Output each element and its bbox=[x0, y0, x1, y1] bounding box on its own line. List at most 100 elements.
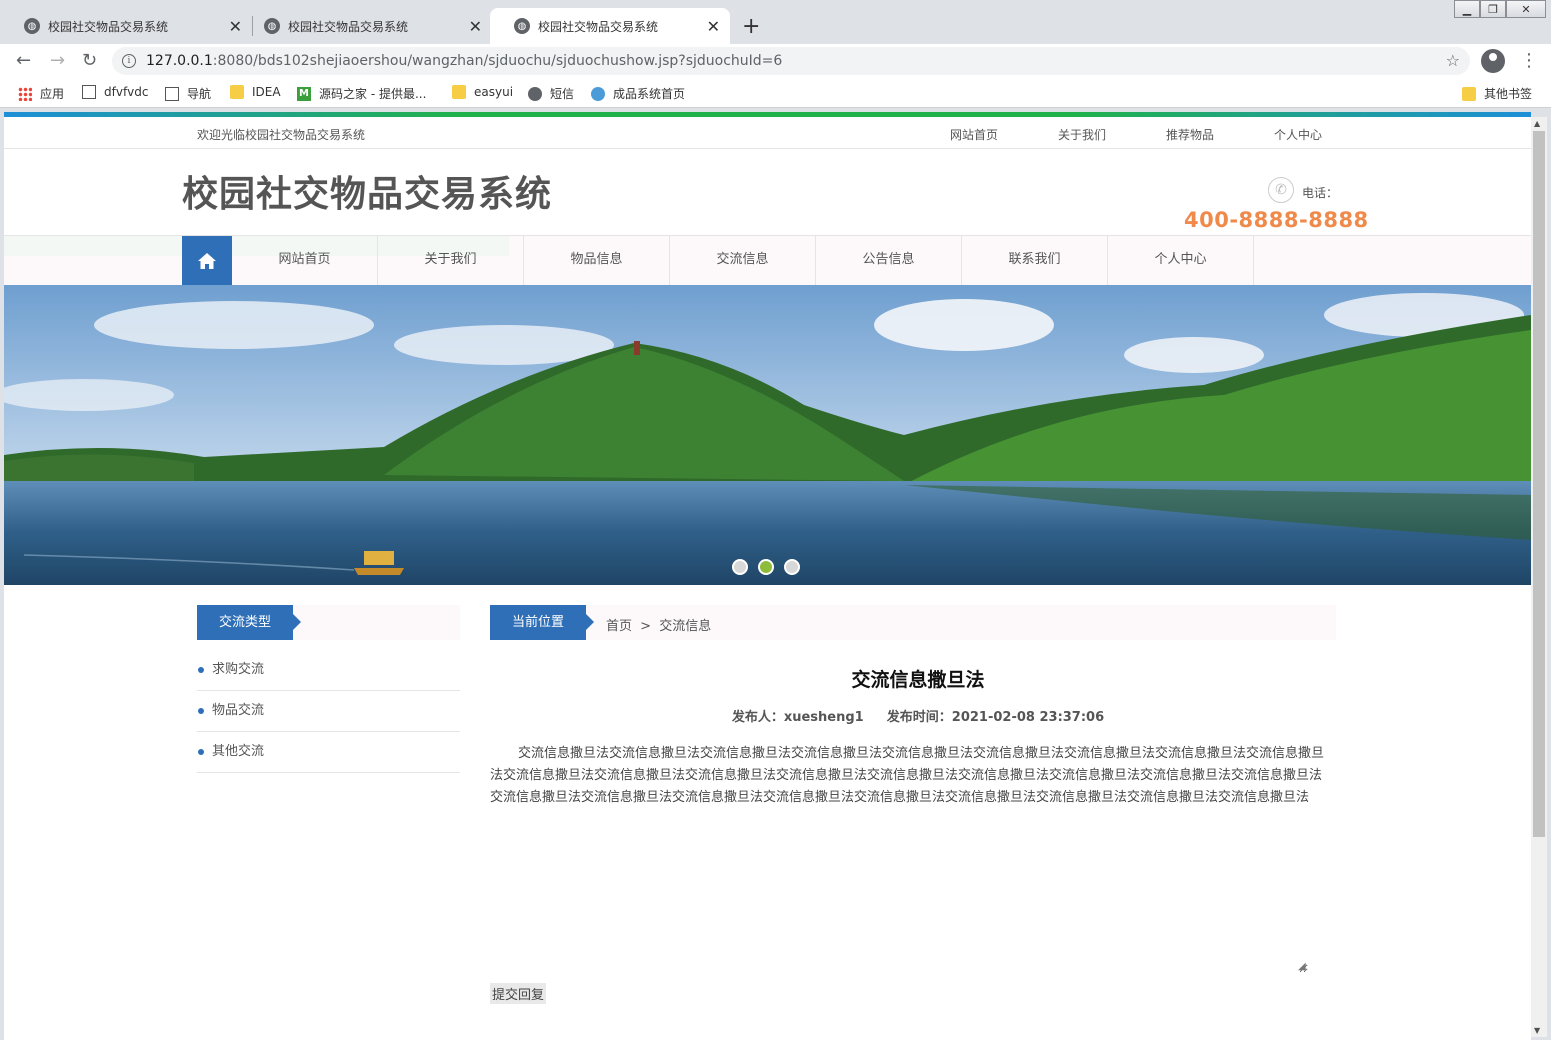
bookmark-idea[interactable]: IDEA bbox=[230, 85, 281, 99]
bookmark-label: 导航 bbox=[187, 87, 212, 101]
tab-title: 校园社交物品交易系统 bbox=[288, 19, 409, 34]
bookmark-label: IDEA bbox=[252, 85, 281, 99]
bookmark-label: dfvfvdc bbox=[104, 85, 149, 99]
nav-home[interactable]: 网站首页 bbox=[232, 236, 378, 286]
top-link-recommended[interactable]: 推荐物品 bbox=[1166, 126, 1274, 143]
top-link-home[interactable]: 网站首页 bbox=[950, 126, 1058, 143]
slide-indicators bbox=[732, 559, 800, 575]
folder-icon bbox=[1462, 86, 1476, 101]
bookmark-label: 成品系统首页 bbox=[613, 87, 686, 101]
restore-icon[interactable]: ❐ bbox=[1480, 0, 1506, 18]
breadcrumb-current[interactable]: 交流信息 bbox=[659, 619, 711, 634]
window-close-icon[interactable]: ✕ bbox=[1506, 0, 1546, 18]
breadcrumb: 首页 > 交流信息 bbox=[606, 615, 711, 634]
tab-strip: ◍ 校园社交物品交易系统 ✕ ◍ 校园社交物品交易系统 ✕ ◍ 校园社交物品交易… bbox=[0, 0, 1551, 44]
apps-grid-icon bbox=[18, 86, 32, 101]
reload-icon[interactable]: ↻ bbox=[82, 50, 97, 71]
bookmark-label: 其他书签 bbox=[1484, 87, 1533, 101]
submit-reply-button[interactable]: 提交回复 bbox=[490, 983, 547, 1004]
folder-icon bbox=[230, 85, 244, 99]
bookmark-apps[interactable]: 应用 bbox=[18, 85, 64, 102]
menu-kebab-icon[interactable]: ⋮ bbox=[1520, 50, 1538, 71]
phone-label: 电话： bbox=[1302, 186, 1339, 200]
browser-tab-3-active[interactable]: ◍ 校园社交物品交易系统 ✕ bbox=[490, 8, 730, 44]
close-icon[interactable]: ✕ bbox=[707, 17, 720, 36]
browser-tab-1[interactable]: ◍ 校园社交物品交易系统 ✕ bbox=[0, 8, 252, 44]
nav-items: 网站首页 关于我们 物品信息 交流信息 公告信息 联系我们 个人中心 bbox=[232, 236, 1254, 286]
profile-avatar-icon[interactable] bbox=[1481, 49, 1505, 73]
slide-dot-1[interactable] bbox=[732, 559, 748, 575]
top-link-profile[interactable]: 个人中心 bbox=[1274, 126, 1382, 143]
breadcrumb-bar: 当前位置 首页 > 交流信息 bbox=[490, 605, 1336, 640]
site-icon bbox=[591, 86, 605, 101]
nav-contact[interactable]: 联系我们 bbox=[962, 236, 1108, 286]
bookmark-yuanma[interactable]: M 源码之家 - 提供最... bbox=[297, 85, 426, 102]
top-links: 网站首页 关于我们 推荐物品 个人中心 bbox=[950, 126, 1382, 143]
sidebar-heading: 交流类型 bbox=[197, 605, 301, 640]
nav-profile[interactable]: 个人中心 bbox=[1108, 236, 1254, 286]
bookmark-system-home[interactable]: 成品系统首页 bbox=[591, 85, 685, 102]
bookmark-easyui[interactable]: easyui bbox=[452, 85, 513, 99]
slide-dot-3[interactable] bbox=[784, 559, 800, 575]
info-icon[interactable]: i bbox=[122, 54, 136, 68]
sidebar-header: 交流类型 bbox=[197, 605, 460, 640]
time-label: 发布时间： bbox=[886, 710, 952, 725]
url-path: :8080/bds102shejiaoershou/wangzhan/sjduo… bbox=[212, 53, 783, 69]
nav-about[interactable]: 关于我们 bbox=[378, 236, 524, 286]
bookmark-other[interactable]: 其他书签 bbox=[1462, 85, 1532, 102]
close-icon[interactable]: ✕ bbox=[469, 17, 482, 36]
site-title: 校园社交物品交易系统 bbox=[182, 174, 553, 215]
minimize-icon[interactable]: ▁ bbox=[1454, 0, 1480, 18]
author-label: 发布人： bbox=[731, 710, 784, 725]
article-meta: 发布人：xuesheng1 发布时间：2021-02-08 23:37:06 bbox=[490, 706, 1346, 725]
folder-icon bbox=[452, 85, 466, 99]
nav-items-info[interactable]: 物品信息 bbox=[524, 236, 670, 286]
back-icon[interactable]: ← bbox=[16, 50, 31, 71]
nav-exchange-info[interactable]: 交流信息 bbox=[670, 236, 816, 286]
scroll-up-icon[interactable]: ▲ bbox=[1534, 119, 1540, 128]
top-link-about[interactable]: 关于我们 bbox=[1058, 126, 1166, 143]
scroll-down-icon[interactable]: ▼ bbox=[1534, 1026, 1540, 1035]
m-logo-icon: M bbox=[297, 86, 311, 101]
home-button[interactable] bbox=[182, 236, 232, 286]
scrollbar-thumb[interactable] bbox=[1533, 131, 1545, 837]
new-tab-icon[interactable]: + bbox=[742, 14, 760, 39]
bookmark-nav[interactable]: 导航 bbox=[165, 85, 211, 102]
breadcrumb-home[interactable]: 首页 bbox=[606, 619, 632, 634]
page-scrollbar[interactable]: ▲ ▼ bbox=[1531, 117, 1547, 1037]
web-page: 欢迎光临校园社交物品交易系统 网站首页 关于我们 推荐物品 个人中心 校园社交物… bbox=[4, 112, 1531, 1040]
globe-icon: ◍ bbox=[264, 18, 280, 34]
sidebar-item-goods[interactable]: 物品交流 bbox=[197, 691, 460, 732]
nav-notice[interactable]: 公告信息 bbox=[816, 236, 962, 286]
globe-icon: ◍ bbox=[514, 18, 530, 34]
reply-textarea[interactable] bbox=[490, 855, 1308, 973]
resize-grip-icon[interactable]: ◢ bbox=[1298, 961, 1306, 972]
slide-dot-2-active[interactable] bbox=[758, 559, 774, 575]
phone-number: 400-8888-8888 bbox=[1184, 208, 1369, 232]
content-area: 交流类型 求购交流 物品交流 其他交流 当前位置 首页 > 交流信息 交流信息撒… bbox=[4, 585, 1531, 1040]
home-icon bbox=[198, 253, 216, 269]
bookmark-dfvfvdc[interactable]: dfvfvdc bbox=[82, 85, 148, 99]
lake-landscape-image bbox=[4, 285, 1531, 585]
sidebar-item-other[interactable]: 其他交流 bbox=[197, 732, 460, 773]
sidebar-item-purchase[interactable]: 求购交流 bbox=[197, 650, 460, 691]
author-name: xuesheng1 bbox=[783, 710, 864, 725]
article-body: 交流信息撒旦法交流信息撒旦法交流信息撒旦法交流信息撒旦法交流信息撒旦法交流信息撒… bbox=[490, 746, 1325, 805]
url-host: 127.0.0.1 bbox=[146, 53, 213, 69]
bookmark-sms[interactable]: 短信 bbox=[528, 85, 574, 102]
bookmark-star-icon[interactable]: ☆ bbox=[1446, 51, 1460, 70]
browser-tab-2[interactable]: ◍ 校园社交物品交易系统 ✕ bbox=[240, 8, 492, 44]
bookmark-label: 应用 bbox=[40, 87, 65, 101]
image-icon bbox=[165, 86, 179, 101]
globe-icon: ◍ bbox=[24, 18, 40, 34]
banner-slideshow[interactable] bbox=[4, 285, 1531, 585]
image-icon bbox=[82, 85, 96, 99]
article-title: 交流信息撒旦法 bbox=[851, 669, 985, 691]
forward-icon[interactable]: → bbox=[50, 50, 65, 71]
address-bar[interactable]: i 127.0.0.1:8080/bds102shejiaoershou/wan… bbox=[112, 47, 1470, 75]
bookmarks-bar: 应用 dfvfvdc 导航 IDEA M 源码之家 - 提供最... easyui… bbox=[0, 78, 1551, 108]
breadcrumb-separator: > bbox=[640, 619, 652, 634]
bookmark-label: easyui bbox=[474, 85, 514, 99]
phone-icon: ✆ bbox=[1268, 177, 1294, 203]
welcome-bar: 欢迎光临校园社交物品交易系统 网站首页 关于我们 推荐物品 个人中心 bbox=[4, 117, 1531, 149]
